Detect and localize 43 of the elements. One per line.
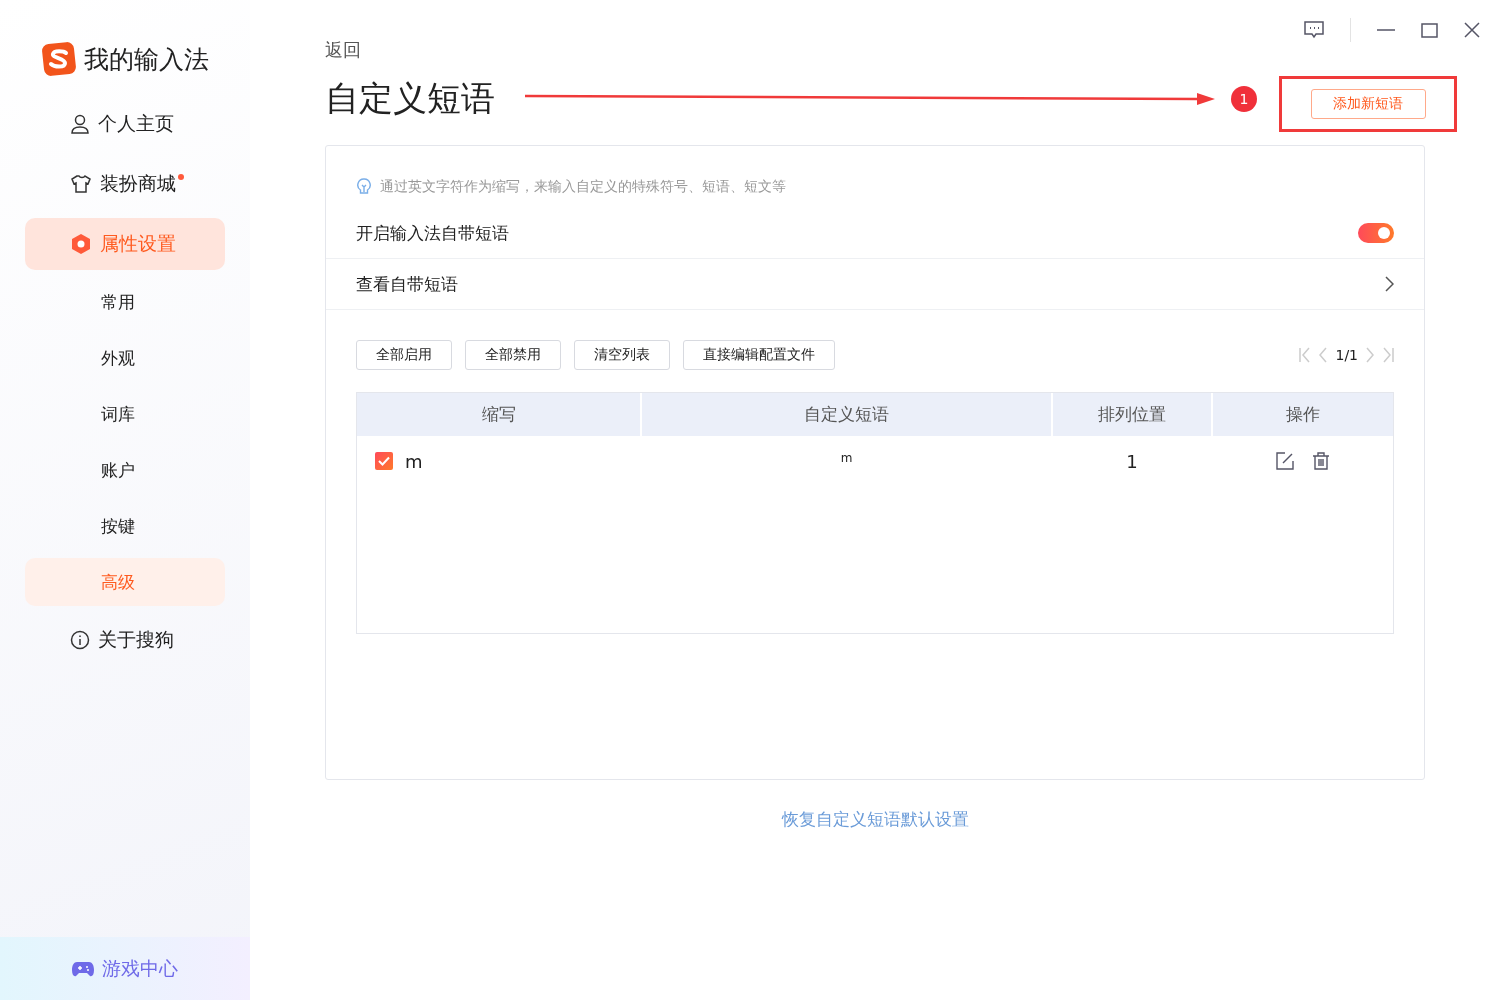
sidebar-item[interactable]: 外观 bbox=[25, 334, 225, 382]
annotation-badge: 1 bbox=[1231, 86, 1257, 112]
maximize-icon[interactable] bbox=[1421, 22, 1438, 38]
app-name: 我的输入法 bbox=[84, 43, 209, 76]
column-header: 自定义短语 bbox=[642, 393, 1051, 436]
hexagon-icon bbox=[70, 233, 92, 255]
page-indicator: 1/1 bbox=[1335, 347, 1358, 363]
chevron-right-icon[interactable] bbox=[1385, 276, 1394, 292]
table-cell-text: 1 bbox=[1125, 450, 1139, 472]
sidebar-item[interactable]: 装扮商城 bbox=[25, 158, 225, 210]
delete-icon[interactable] bbox=[1312, 452, 1330, 470]
sidebar-item[interactable]: 关于搜狗 bbox=[25, 614, 225, 666]
sidebar-item[interactable]: 常用 bbox=[25, 278, 225, 326]
setting-label: 开启输入法自带短语 bbox=[356, 221, 509, 245]
table-cell-text: m bbox=[839, 451, 854, 465]
info-icon bbox=[70, 630, 90, 650]
toolbar-button[interactable]: 全部禁用 bbox=[465, 340, 561, 370]
toggle-switch[interactable] bbox=[1358, 223, 1394, 243]
app-logo-icon bbox=[42, 42, 76, 76]
gamepad-icon bbox=[72, 959, 94, 978]
toolbar-button[interactable]: 清空列表 bbox=[574, 340, 670, 370]
game-center-button[interactable]: 游戏中心 bbox=[0, 937, 250, 1000]
hint-text: 通过英文字符作为缩写，来输入自定义的特殊符号、短语、短文等 bbox=[380, 178, 786, 196]
column-header: 排列位置 bbox=[1053, 393, 1211, 436]
toolbar-button[interactable]: 直接编辑配置文件 bbox=[683, 340, 835, 370]
column-header: 操作 bbox=[1213, 393, 1393, 436]
sidebar-item[interactable]: 个人主页 bbox=[25, 98, 225, 150]
feedback-icon[interactable] bbox=[1304, 21, 1324, 39]
table-cell: m bbox=[405, 450, 423, 472]
close-icon[interactable] bbox=[1464, 22, 1480, 38]
toolbar-button[interactable]: 全部启用 bbox=[356, 340, 452, 370]
row-checkbox[interactable] bbox=[375, 452, 393, 470]
person-icon bbox=[70, 113, 90, 135]
column-header: 缩写 bbox=[357, 393, 640, 436]
sidebar-item[interactable]: 词库 bbox=[25, 390, 225, 438]
shirt-icon bbox=[70, 174, 92, 194]
back-link[interactable]: 返回 bbox=[325, 39, 361, 60]
edit-icon[interactable] bbox=[1276, 452, 1294, 470]
sidebar-item[interactable]: 账户 bbox=[25, 446, 225, 494]
lightbulb-icon bbox=[356, 178, 372, 196]
setting-label[interactable]: 查看自带短语 bbox=[356, 272, 458, 296]
sidebar-item[interactable]: 按键 bbox=[25, 502, 225, 550]
page-title: 自定义短语 bbox=[325, 77, 495, 120]
